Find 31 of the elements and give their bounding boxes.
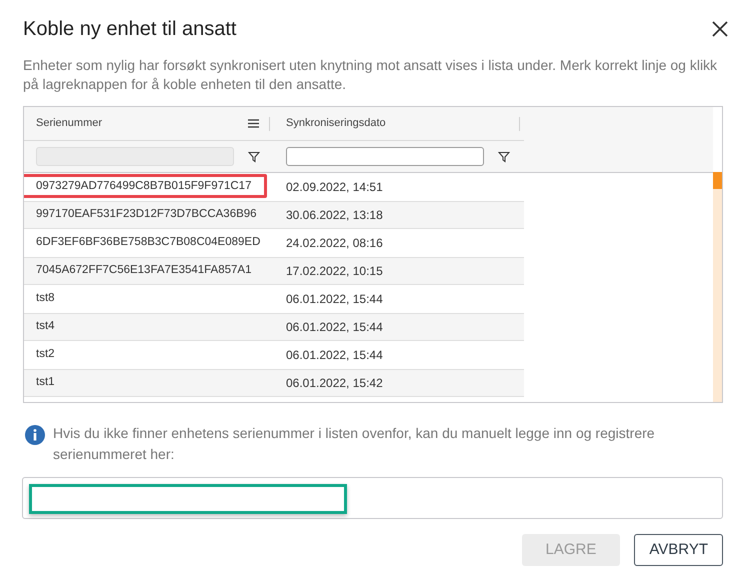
- table-cell[interactable]: 06.01.2022, 15:42: [274, 370, 524, 396]
- table-cell[interactable]: 06.01.2022, 15:44: [274, 314, 524, 340]
- table-cell[interactable]: tst2: [24, 341, 274, 369]
- table-cell[interactable]: 02.09.2022, 14:51: [274, 173, 524, 201]
- info-icon: [25, 425, 45, 445]
- table-cell[interactable]: 6DF3EF6BF36BE758B3C7B08C04E089ED: [24, 229, 274, 257]
- filter-icon[interactable]: [248, 150, 260, 162]
- table-cell[interactable]: 30.06.2022, 13:18: [274, 202, 524, 228]
- table-cell[interactable]: 7045A672FF7C56E13FA7E3541FA857A1: [24, 258, 274, 284]
- table-cell[interactable]: tst1: [24, 370, 274, 396]
- serial-number-input[interactable]: [22, 477, 723, 519]
- scrollbar[interactable]: [713, 172, 722, 402]
- table-cell[interactable]: tst4: [24, 314, 274, 340]
- table-cell[interactable]: 17.02.2022, 10:15: [274, 258, 524, 284]
- column-header[interactable]: Serienummer: [36, 115, 102, 132]
- table-cell[interactable]: 06.01.2022, 15:44: [274, 285, 524, 313]
- column-header[interactable]: Synkroniseringsdato: [286, 115, 386, 132]
- menu-icon[interactable]: [248, 119, 259, 128]
- dialog-title: Koble ny enhet til ansatt: [23, 17, 236, 42]
- cancel-button[interactable]: AVBRYT: [634, 534, 723, 566]
- info-text: Hvis du ikke finner enhetens serienummer i listen ovenfor, kan du manuelt legge inn og registrere serienummeret her:: [53, 424, 656, 464]
- filter-icon[interactable]: [498, 150, 510, 162]
- close-icon[interactable]: [711, 20, 729, 38]
- dialog-description: Enheter som nylig har forsøkt synkronisert uten knytning mot ansatt vises i lista under. Merk korrekt linje og klikk på lagreknappen for å koble enheten til den ansatte.: [23, 56, 718, 94]
- table-cell[interactable]: tst8: [24, 285, 274, 313]
- filter-field[interactable]: [286, 147, 484, 166]
- table-cell[interactable]: 06.01.2022, 15:44: [274, 341, 524, 369]
- scrollbar-thumb[interactable]: [713, 172, 722, 189]
- table-cell[interactable]: 24.02.2022, 08:16: [274, 229, 524, 257]
- table-cell[interactable]: 0973279AD776499C8B7B015F9F971C17: [24, 173, 274, 201]
- table-cell[interactable]: 997170EAF531F23D12F73D7BCCA36B96: [24, 202, 274, 228]
